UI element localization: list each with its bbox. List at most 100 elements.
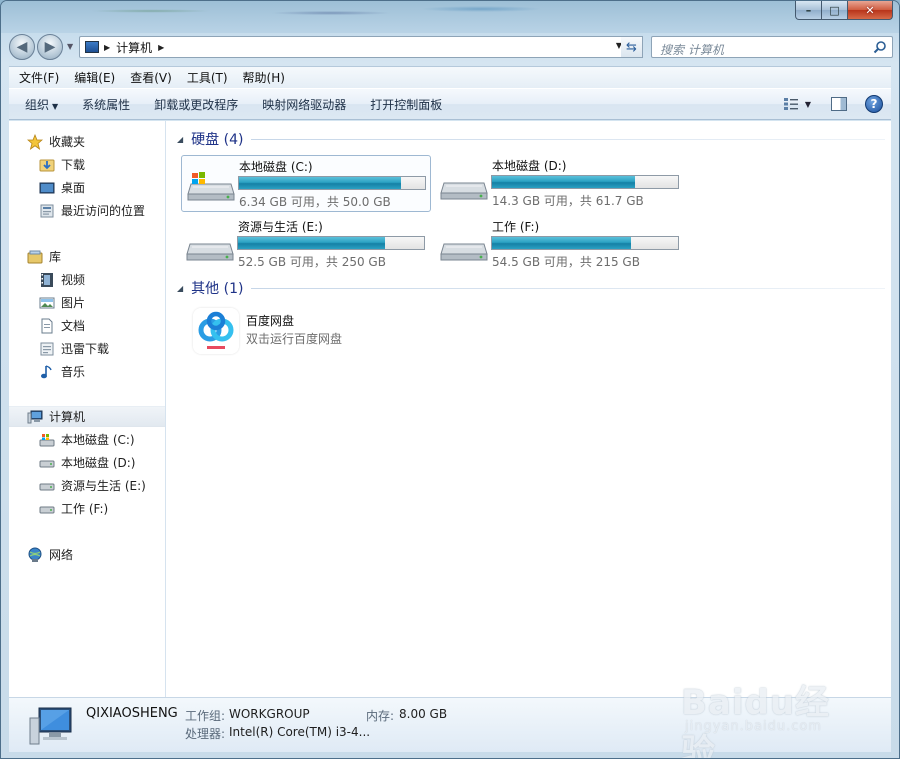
thunder-downloads-icon (39, 341, 55, 357)
drive-usage-fill (492, 237, 631, 249)
pictures-icon (39, 295, 55, 311)
menu-edit[interactable]: 编辑(E) (69, 69, 120, 86)
watermark-url: jingyan.baidu.com (685, 719, 822, 734)
group-divider (251, 287, 885, 289)
processor-label: 处理器: (185, 727, 226, 741)
menu-view[interactable]: 查看(V) (125, 69, 177, 86)
drive-name: 资源与生活 (E:) (238, 220, 323, 234)
map-network-drive-button[interactable]: 映射网络驱动器 (254, 96, 354, 113)
drive-tile[interactable]: 本地磁盘 (C:) 6.34 GB 可用，共 50.0 GB (181, 155, 431, 212)
nav-thunder-downloads[interactable]: 迅雷下载 (9, 338, 165, 359)
open-control-panel-button[interactable]: 打开控制面板 (362, 96, 450, 113)
drive-usage-bar (237, 236, 425, 250)
search-icon[interactable] (873, 40, 887, 54)
caption-buttons: – □ ✕ (795, 1, 893, 20)
drive-usage-bar (238, 176, 426, 190)
video-icon (39, 272, 55, 288)
maximize-button[interactable]: □ (822, 1, 848, 20)
breadcrumb-chevron-icon[interactable]: ▶ (158, 43, 164, 52)
nav-documents-label: 文档 (61, 319, 86, 333)
drive-free-space: 14.3 GB 可用，共 61.7 GB (492, 194, 644, 208)
nav-drive-c-label: 本地磁盘 (C:) (61, 433, 135, 447)
menu-help[interactable]: 帮助(H) (238, 69, 290, 86)
collapse-triangle-icon[interactable]: ◢ (177, 284, 183, 293)
nav-drive-d[interactable]: 本地磁盘 (D:) (9, 452, 165, 473)
navigation-row: ◀ ▶ ▼ ▶ 计算机 ▶ ▼ ⇆ 搜索 计算机 (9, 33, 893, 61)
nav-downloads[interactable]: 下载 (9, 154, 165, 175)
nav-desktop-label: 桌面 (61, 181, 86, 195)
nav-music[interactable]: 音乐 (9, 361, 165, 382)
uninstall-program-button[interactable]: 卸载或更改程序 (146, 96, 246, 113)
title-bar[interactable] (1, 1, 899, 33)
nav-drive-f[interactable]: 工作 (F:) (9, 498, 165, 519)
hard-drive-icon (39, 478, 55, 494)
system-drive-icon (187, 172, 235, 201)
nav-drive-e[interactable]: 资源与生活 (E:) (9, 475, 165, 496)
nav-desktop[interactable]: 桌面 (9, 177, 165, 198)
breadcrumb-computer[interactable]: 计算机 (116, 39, 152, 56)
baidu-netdisk-description: 双击运行百度网盘 (246, 332, 343, 346)
workgroup-label: 工作组: (185, 709, 226, 723)
nav-recent-places-label: 最近访问的位置 (61, 204, 146, 218)
back-button[interactable]: ◀ (9, 34, 35, 60)
drive-tile[interactable]: 本地磁盘 (D:) 14.3 GB 可用，共 61.7 GB (435, 155, 685, 212)
nav-computer[interactable]: 计算机 (9, 406, 165, 427)
group-header-other[interactable]: ◢ 其他 (1) (175, 278, 885, 298)
command-bar-right: ▼ ? (783, 95, 883, 113)
nav-network-label: 网络 (49, 548, 74, 562)
system-drive-icon (39, 432, 55, 448)
navigation-pane[interactable]: 收藏夹 下载 桌面 最近访问的位置 库 视频 图片 文档 迅雷下载 音乐 计算机… (9, 121, 166, 697)
nav-pictures[interactable]: 图片 (9, 292, 165, 313)
baidu-netdisk-icon (193, 308, 239, 354)
baidu-netdisk-item[interactable]: 百度网盘 双击运行百度网盘 (189, 306, 439, 358)
baidu-jingyan-watermark: Baidu经验 jingyan.baidu.com (681, 661, 851, 758)
group-title-drives: 硬盘 (4) (191, 132, 244, 148)
preview-pane-icon[interactable] (831, 97, 847, 111)
drive-tile[interactable]: 工作 (F:) 54.5 GB 可用，共 215 GB (435, 216, 685, 273)
nav-drive-c[interactable]: 本地磁盘 (C:) (9, 429, 165, 450)
drive-tile[interactable]: 资源与生活 (E:) 52.5 GB 可用，共 250 GB (181, 216, 431, 273)
memory-value: 8.00 GB (399, 707, 448, 721)
organize-button[interactable]: 组织 ▼ (17, 96, 66, 113)
forward-button[interactable]: ▶ (37, 34, 63, 60)
drive-free-space: 54.5 GB 可用，共 215 GB (492, 255, 640, 269)
nav-drive-e-label: 资源与生活 (E:) (61, 479, 146, 493)
recent-pages-dropdown[interactable]: ▼ (67, 42, 73, 51)
change-view-icon[interactable] (783, 97, 799, 111)
nav-libraries[interactable]: 库 (9, 246, 165, 267)
nav-downloads-label: 下载 (61, 158, 86, 172)
collapse-triangle-icon[interactable]: ◢ (177, 135, 183, 144)
group-divider (251, 138, 885, 140)
group-header-drives[interactable]: ◢ 硬盘 (4) (175, 129, 885, 149)
nav-recent-places[interactable]: 最近访问的位置 (9, 200, 165, 221)
computer-name: QIXIAOSHENG (86, 706, 178, 721)
nav-favorites[interactable]: 收藏夹 (9, 131, 165, 152)
close-button[interactable]: ✕ (848, 1, 893, 20)
nav-favorites-label: 收藏夹 (49, 135, 86, 149)
search-input[interactable]: 搜索 计算机 (651, 36, 893, 58)
help-icon[interactable]: ? (865, 95, 883, 113)
menu-tools[interactable]: 工具(T) (182, 69, 233, 86)
nav-music-label: 音乐 (61, 365, 86, 379)
drive-free-space: 6.34 GB 可用，共 50.0 GB (239, 195, 391, 209)
content-pane: ◢ 硬盘 (4) 本地磁盘 (C:) 6.34 GB 可用，共 50.0 GB 本地… (175, 121, 891, 697)
views-dropdown-icon[interactable]: ▼ (805, 100, 811, 109)
downloads-folder-icon (39, 157, 55, 173)
documents-icon (39, 318, 55, 334)
music-icon (39, 364, 55, 380)
nav-network[interactable]: 网络 (9, 544, 165, 565)
drive-free-space: 52.5 GB 可用，共 250 GB (238, 255, 386, 269)
watermark-logo: Baidu经验 (681, 683, 831, 759)
nav-videos[interactable]: 视频 (9, 269, 165, 290)
organize-label: 组织 (25, 97, 50, 112)
search-placeholder: 搜索 计算机 (660, 43, 724, 57)
menu-file[interactable]: 文件(F) (14, 69, 64, 86)
drive-usage-fill (492, 176, 635, 188)
address-bar[interactable]: ▶ 计算机 ▶ ▼ (79, 36, 627, 58)
nav-documents[interactable]: 文档 (9, 315, 165, 336)
refresh-button[interactable]: ⇆ (621, 36, 643, 58)
system-properties-button[interactable]: 系统属性 (74, 96, 138, 113)
hard-drive-icon (186, 243, 234, 261)
minimize-button[interactable]: – (795, 1, 822, 20)
breadcrumb-chevron-icon[interactable]: ▶ (104, 43, 110, 52)
